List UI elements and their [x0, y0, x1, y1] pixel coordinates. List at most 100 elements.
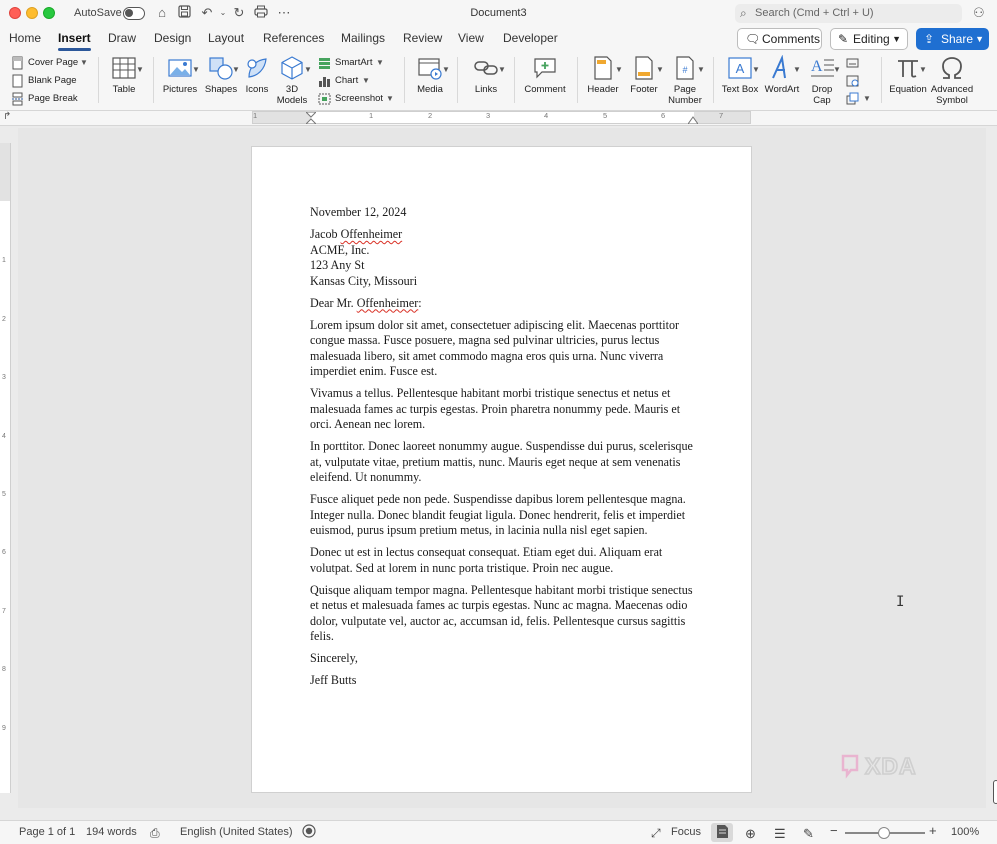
object-button[interactable]: [846, 92, 863, 106]
undo-icon[interactable]: ↶: [199, 5, 215, 21]
tab-references[interactable]: References: [263, 31, 324, 45]
tab-developer[interactable]: Developer: [503, 31, 558, 45]
ruler-number: 5: [603, 111, 608, 120]
3d-models-button[interactable]: 3D Models: [274, 55, 310, 106]
tab-design[interactable]: Design: [154, 31, 191, 45]
more-icon[interactable]: ⋯: [276, 5, 292, 21]
share-button[interactable]: ⇪ Share ▼: [916, 28, 989, 50]
wordart-button[interactable]: WordArt: [763, 55, 801, 95]
page-break-button[interactable]: Page Break: [11, 92, 78, 106]
window-minimize-button[interactable]: [26, 7, 38, 19]
editing-label: Editing: [853, 32, 890, 46]
chevron-down-icon[interactable]: ▼: [833, 65, 841, 74]
text-box-button[interactable]: A Text Box: [720, 55, 760, 95]
zoom-slider-thumb[interactable]: [878, 827, 890, 839]
footer-button[interactable]: Footer: [627, 55, 661, 95]
icons-button[interactable]: Icons: [243, 55, 271, 95]
accessibility-icon[interactable]: [302, 824, 316, 841]
links-button[interactable]: Links: [468, 55, 504, 95]
document-page[interactable]: November 12, 2024 Jacob Offenheimer ACME…: [252, 147, 751, 792]
focus-icon[interactable]: ⤢: [651, 826, 661, 841]
chart-button[interactable]: Chart: [318, 74, 358, 88]
header-button[interactable]: Header: [586, 55, 620, 95]
chevron-down-icon[interactable]: ▼: [362, 76, 370, 85]
chevron-down-icon[interactable]: ▼: [304, 65, 312, 74]
draft-view-icon[interactable]: ✎: [803, 826, 814, 842]
tab-review[interactable]: Review: [403, 31, 442, 45]
zoom-level[interactable]: 100%: [951, 826, 979, 838]
tab-insert[interactable]: Insert: [58, 31, 91, 51]
save-icon[interactable]: [176, 5, 192, 21]
right-indent-marker[interactable]: [688, 115, 698, 124]
date-time-button[interactable]: [846, 74, 863, 88]
smartart-button[interactable]: SmartArt: [318, 56, 372, 70]
tab-view[interactable]: View: [458, 31, 484, 45]
signature-line-button[interactable]: [846, 56, 863, 70]
blank-page-button[interactable]: Blank Page: [11, 74, 77, 88]
cover-page-button[interactable]: Cover Page: [11, 56, 78, 70]
editing-mode-button[interactable]: ✎ Editing ▼: [830, 28, 908, 50]
zoom-out-icon[interactable]: −: [830, 823, 838, 838]
pictures-button[interactable]: Pictures: [162, 55, 198, 95]
tab-draw[interactable]: Draw: [108, 31, 136, 45]
page-break-label: Page Break: [28, 93, 78, 104]
undo-chevron-icon[interactable]: ⌄: [215, 5, 231, 21]
media-button[interactable]: Media: [412, 55, 448, 95]
word-count[interactable]: 194 words: [86, 826, 137, 838]
page-number-button[interactable]: # Page Number: [665, 55, 705, 106]
shapes-button[interactable]: Shapes: [204, 55, 238, 95]
vertical-ruler[interactable]: 1 2 3 4 5 6 7 8 9: [0, 143, 11, 793]
comments-button[interactable]: 🗨 Comments: [737, 28, 822, 50]
chevron-down-icon[interactable]: ▼: [863, 94, 871, 103]
svg-text:A: A: [811, 58, 823, 75]
chevron-down-icon[interactable]: ▼: [919, 65, 927, 74]
web-layout-icon[interactable]: ⊕: [745, 826, 756, 842]
redo-icon[interactable]: ↻: [231, 5, 247, 21]
tab-home[interactable]: Home: [9, 31, 41, 45]
signature-line-icon: [846, 58, 859, 68]
drop-cap-button[interactable]: A Drop Cap: [804, 55, 840, 106]
chevron-down-icon[interactable]: ▼: [386, 94, 394, 103]
page-count[interactable]: Page 1 of 1: [19, 826, 75, 838]
print-icon[interactable]: [253, 5, 269, 21]
chevron-down-icon[interactable]: ▼: [136, 65, 144, 74]
outline-view-icon[interactable]: ☰: [774, 826, 786, 842]
search-input[interactable]: ⌕ Search (Cmd + Ctrl + U): [735, 4, 962, 23]
table-button[interactable]: Table: [106, 55, 142, 95]
chevron-down-icon[interactable]: ▼: [232, 65, 240, 74]
focus-button[interactable]: Focus: [671, 826, 701, 838]
document-body[interactable]: November 12, 2024 Jacob Offenheimer ACME…: [310, 205, 700, 695]
svg-text:#: #: [682, 65, 687, 75]
tab-layout[interactable]: Layout: [208, 31, 244, 45]
advanced-symbol-button[interactable]: Advanced Symbol: [930, 55, 974, 106]
zoom-in-icon[interactable]: +: [929, 823, 937, 838]
chevron-down-icon[interactable]: ▼: [793, 65, 801, 74]
home-icon[interactable]: ⌂: [154, 5, 170, 21]
ribbon-separator: [577, 57, 578, 103]
horizontal-ruler[interactable]: 1 1 2 3 4 5 6 7: [252, 111, 751, 124]
share-people-icon[interactable]: ⚇: [973, 5, 985, 21]
language[interactable]: English (United States): [180, 826, 293, 838]
screenshot-button[interactable]: Screenshot: [318, 92, 383, 106]
tab-mailings[interactable]: Mailings: [341, 31, 385, 45]
chevron-down-icon[interactable]: ▼: [192, 65, 200, 74]
tab-selector-icon[interactable]: ↱: [3, 111, 11, 122]
chevron-down-icon[interactable]: ▼: [80, 58, 88, 67]
equation-button[interactable]: Equation: [888, 55, 928, 95]
chevron-down-icon[interactable]: ▼: [498, 65, 506, 74]
proofing-icon[interactable]: ⎙: [150, 826, 160, 841]
scrollbar-thumb[interactable]: [993, 780, 997, 804]
autosave-toggle[interactable]: [123, 7, 145, 20]
left-indent-marker[interactable]: [306, 112, 316, 124]
comment-button[interactable]: Comment: [522, 55, 568, 95]
chevron-down-icon[interactable]: ▼: [752, 65, 760, 74]
chevron-down-icon[interactable]: ▼: [697, 65, 705, 74]
print-layout-icon[interactable]: [716, 824, 729, 842]
chevron-down-icon[interactable]: ▼: [615, 65, 623, 74]
window-maximize-button[interactable]: [43, 7, 55, 19]
chevron-down-icon[interactable]: ▼: [376, 58, 384, 67]
window-close-button[interactable]: [9, 7, 21, 19]
text-cursor-icon: I: [896, 594, 905, 610]
chevron-down-icon[interactable]: ▼: [656, 65, 664, 74]
chevron-down-icon[interactable]: ▼: [442, 65, 450, 74]
